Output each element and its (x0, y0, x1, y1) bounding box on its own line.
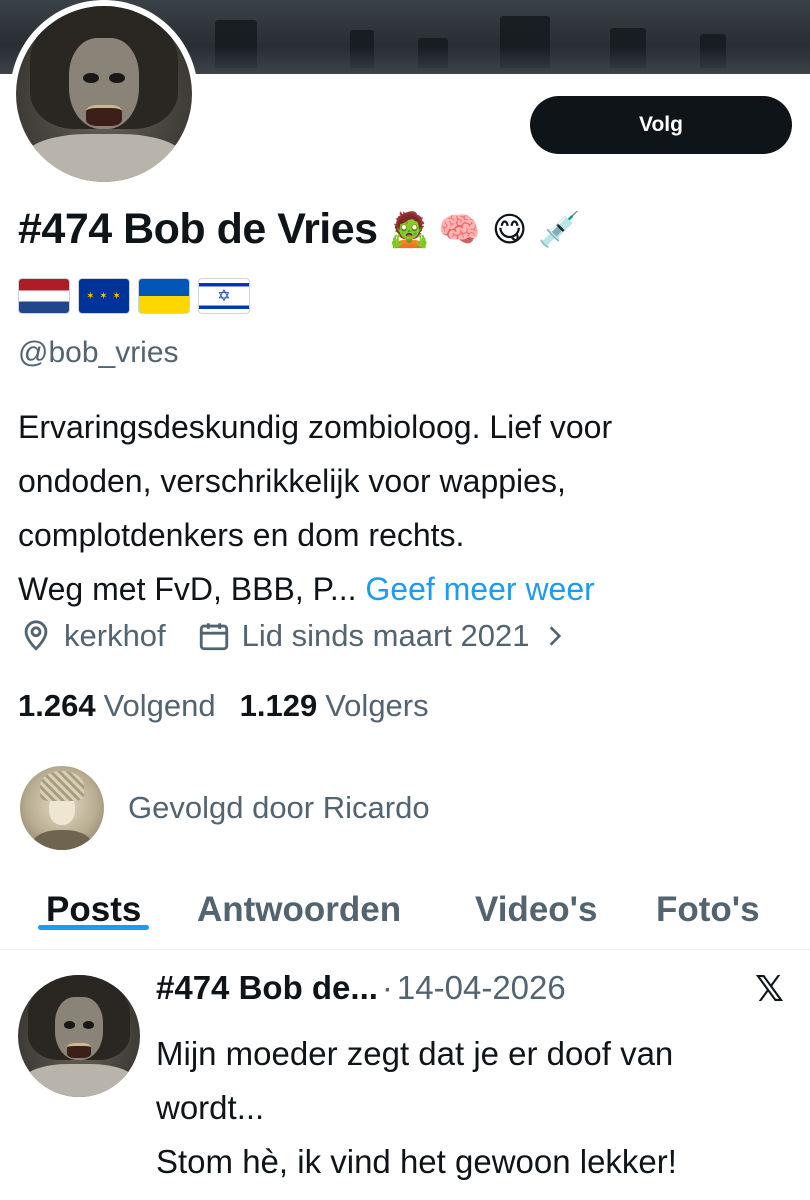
netherlands-flag-icon (18, 278, 70, 314)
profile-tabs: Posts Antwoorden Video's Foto's (0, 870, 810, 950)
followed-by-text: Gevolgd door Ricardo (128, 790, 430, 825)
post-text: Mijn moeder zegt dat je er doof van word… (156, 1027, 796, 1189)
chevron-right-icon[interactable] (537, 618, 573, 654)
profile-avatar[interactable] (10, 0, 198, 188)
join-date[interactable]: Lid sinds maart 2021 (242, 618, 530, 654)
bio-line: ondoden, verschrikkelijk voor wappies, (18, 463, 566, 499)
following-link[interactable]: 1.264 Volgend (18, 688, 216, 724)
x-logo-icon: 𝕏 (754, 969, 784, 1010)
display-name: #474 Bob de Vries (18, 205, 378, 253)
following-count: 1.264 (18, 688, 96, 723)
show-more-link[interactable]: Geef meer weer (365, 571, 594, 607)
post-author-avatar[interactable] (18, 975, 140, 1097)
profile-bio: Ervaringsdeskundig zombioloog. Lief voor… (18, 400, 798, 616)
follow-counts: 1.264 Volgend 1.129 Volgers (18, 688, 429, 724)
name-flags: ✶ ✶ ✶ ✡ (18, 278, 250, 314)
profile-location: kerkhof (64, 618, 166, 653)
tab-posts[interactable]: Posts (38, 870, 150, 930)
follow-button[interactable]: Volg (530, 96, 792, 154)
profile-meta: kerkhof Lid sinds maart 2021 (18, 618, 583, 654)
bio-line: Ervaringsdeskundig zombioloog. Lief voor (18, 409, 613, 445)
location-pin-icon (18, 618, 54, 654)
post-separator: · (381, 969, 393, 1006)
post-header: #474 Bob de... · 14-04-2026 𝕏 (156, 969, 796, 1010)
profile-name-row: #474 Bob de Vries 🧟 🧠 😋 💉 (18, 205, 582, 254)
post-text-line: wordt... (156, 1089, 265, 1126)
syringe-emoji-icon: 💉 (538, 210, 581, 249)
israel-flag-icon: ✡ (198, 278, 250, 314)
brain-emoji-icon: 🧠 (438, 210, 481, 249)
ukraine-flag-icon (138, 278, 190, 314)
followers-link[interactable]: 1.129 Volgers (240, 688, 429, 724)
calendar-icon (196, 618, 232, 654)
tab-videos[interactable]: Video's (475, 870, 597, 930)
post-item[interactable]: #474 Bob de... · 14-04-2026 𝕏 Mijn moede… (0, 951, 810, 1200)
bio-line: complotdenkers en dom rechts. (18, 517, 465, 553)
post-author-name[interactable]: #474 Bob de... (156, 969, 378, 1007)
followers-label: Volgers (325, 688, 429, 723)
follower-avatar[interactable] (20, 766, 104, 850)
bio-truncated-text: Weg met FvD, BBB, P... (18, 571, 357, 607)
post-date[interactable]: 14-04-2026 (397, 969, 566, 1007)
followers-count: 1.129 (239, 688, 318, 723)
yum-face-emoji-icon: 😋 (491, 210, 528, 249)
tab-photos[interactable]: Foto's (656, 870, 760, 930)
active-tab-indicator (38, 925, 150, 930)
profile-handle: @bob_vries (18, 336, 179, 369)
following-label: Volgend (103, 688, 216, 723)
tab-replies[interactable]: Antwoorden (197, 870, 401, 930)
post-text-line: Mijn moeder zegt dat je er doof van (156, 1035, 674, 1072)
bio-line: Weg met FvD, BBB, P... Geef meer weer (18, 562, 798, 616)
name-emojis: 🧟 🧠 😋 💉 (388, 208, 582, 252)
zombie-emoji-icon: 🧟 (388, 210, 431, 249)
followed-by-row[interactable]: Gevolgd door Ricardo (20, 766, 430, 850)
post-text-line: Stom hè, ik vind het gewoon lekker! (156, 1143, 677, 1180)
eu-flag-icon: ✶ ✶ ✶ (78, 278, 130, 314)
